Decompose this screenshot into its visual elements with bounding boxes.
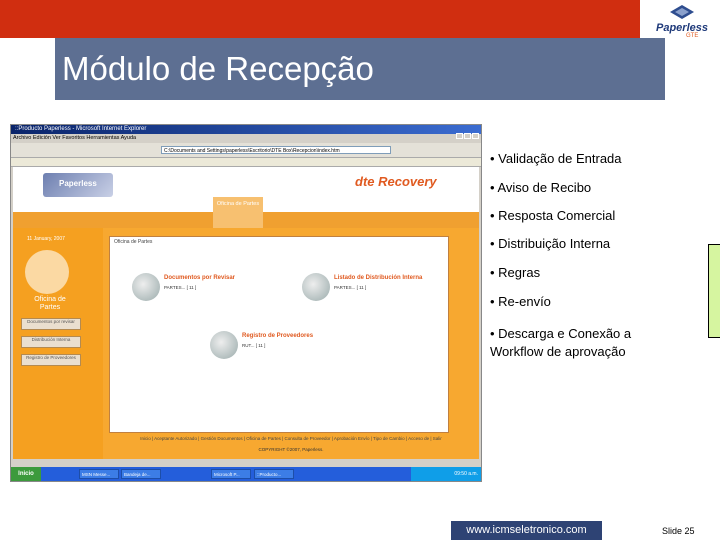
- left-column: 11 January, 2007 Oficina de Partes Docum…: [13, 228, 103, 459]
- distribution-icon: [302, 273, 330, 301]
- item-distribucion-sub: PARTES... [ 11 ]: [334, 285, 367, 290]
- bullet-item: • Distribuição Interna: [490, 236, 611, 251]
- google-toolbar: [11, 158, 481, 167]
- providers-icon: [210, 331, 238, 359]
- documents-icon: [132, 273, 160, 301]
- item-registro-sub: RUT... [ 11 ]: [242, 343, 266, 348]
- taskbar-item: Microsoft P...: [211, 469, 251, 479]
- footer-url: www.icmseletronico.com: [466, 524, 587, 536]
- window-titlebar: ::Producto Paperless - Microsoft Interne…: [11, 125, 481, 139]
- item-registro-label: Registro de Proveedores: [242, 333, 314, 339]
- bullet-item-continuation: Workflow de aprovação: [490, 344, 626, 359]
- browser-window-screenshot: ::Producto Paperless - Microsoft Interne…: [10, 124, 482, 482]
- bullet-item: • Resposta Comercial: [490, 208, 616, 223]
- item-distribucion-label: Listado de Distribución Interna: [334, 275, 423, 281]
- maximize-icon: [464, 133, 471, 139]
- status-bar: [11, 459, 481, 467]
- main-panel: Oficina de Partes Documentos por Revisar…: [103, 228, 479, 459]
- page-copyright: COPYRIGHT ©2007, Paperless.: [258, 447, 324, 452]
- bullet-item: • Regras: [490, 265, 541, 280]
- logo-text: Paperless: [656, 22, 708, 34]
- item-documentos-label: Documentos por Revisar: [164, 275, 236, 281]
- close-icon: [472, 133, 479, 139]
- oficina-label: Oficina de Partes: [34, 296, 66, 311]
- logo-subtext: GTE: [686, 33, 699, 39]
- nav-tab-oficina-partes: Oficina de Partes: [213, 197, 263, 228]
- start-button: Inicio: [11, 467, 41, 481]
- menu-bar: Archivo Edición Ver Favoritos Herramient…: [13, 135, 137, 141]
- bullet-item: • Re-envío: [490, 294, 551, 309]
- bullet-item: • Descarga e Conexão a: [490, 326, 632, 341]
- side-green-marker: [708, 244, 720, 338]
- left-button-documentos: Documentos por revisar: [21, 318, 81, 330]
- bullet-item: • Validação de Entrada: [490, 151, 622, 166]
- taskbar: Inicio MSN Messe... Bandeja de... Micros…: [11, 467, 481, 481]
- dte-recovery-logo: dte Recovery: [355, 174, 437, 189]
- web-page: Paperless dte Recovery Oficina de Partes…: [13, 167, 479, 459]
- inner-tab-label: Oficina de Partes: [114, 239, 153, 245]
- left-button-distribucion: Distribución Interna: [21, 336, 81, 348]
- page-footer-links: Inicio | Aceptante Autorizado | Gestión …: [140, 436, 442, 441]
- taskbar-item: ::Producto...: [254, 469, 294, 479]
- item-documentos-sub: PARTES... [ 11 ]: [164, 285, 197, 290]
- top-red-bar: [0, 0, 640, 38]
- bullet-item: • Aviso de Recibo: [490, 180, 592, 195]
- taskbar-item: Bandeja de...: [121, 469, 161, 479]
- oficina-avatar-icon: [25, 250, 69, 294]
- left-button-registro: Registro de Proveedores: [21, 354, 81, 366]
- date-label: 11 January, 2007: [27, 236, 65, 242]
- inner-content: Oficina de Partes Documentos por Revisar…: [109, 236, 449, 433]
- window-title: ::Producto Paperless - Microsoft Interne…: [15, 126, 147, 132]
- system-tray: 09:50 a.m.: [411, 467, 481, 481]
- address-bar: C:\Documents and Settings\paperless\Escr…: [161, 146, 391, 154]
- minimize-icon: [456, 133, 463, 139]
- window-controls: [455, 126, 479, 144]
- site-logo-text: Paperless: [59, 179, 97, 188]
- taskbar-item: MSN Messe...: [79, 469, 119, 479]
- slide-number: Slide 25: [662, 526, 695, 536]
- slide-title: Módulo de Recepção: [62, 50, 374, 87]
